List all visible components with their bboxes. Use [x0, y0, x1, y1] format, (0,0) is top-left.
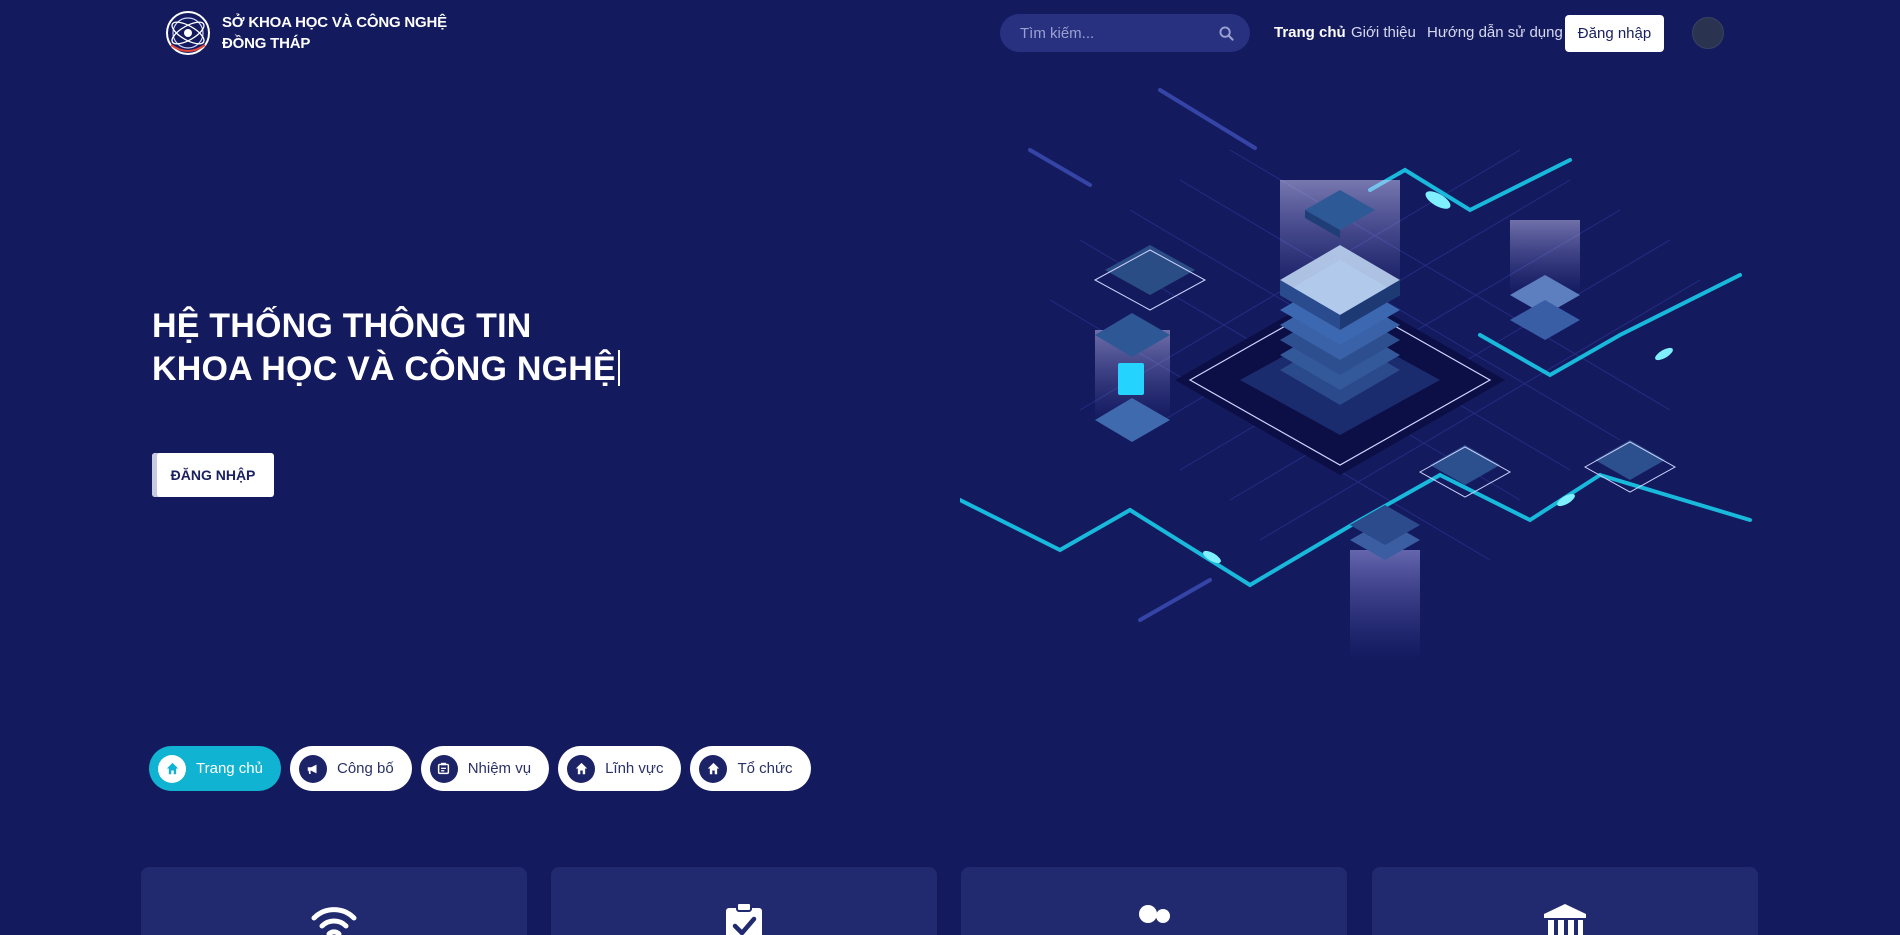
tab-organizations-label: Tổ chức — [737, 760, 793, 777]
tab-home-label: Trang chủ — [196, 760, 263, 777]
hero-login-button[interactable]: ĐĂNG NHẬP — [152, 453, 274, 497]
hero-title-line-2: KHOA HỌC VÀ CÔNG NGHỆ — [152, 350, 616, 388]
users-icon — [1139, 905, 1170, 923]
home-icon — [158, 754, 186, 783]
tab-home[interactable]: Trang chủ — [149, 746, 281, 791]
brand-line-1: SỞ KHOA HỌC VÀ CÔNG NGHỆ — [222, 14, 447, 31]
tab-tasks-label: Nhiệm vụ — [467, 760, 532, 777]
login-button[interactable]: Đăng nhập — [1565, 15, 1664, 52]
brand-name[interactable]: SỞ KHOA HỌC VÀ CÔNG NGHỆ ĐỒNG THÁP — [222, 12, 447, 54]
avatar[interactable] — [1692, 17, 1724, 49]
logo-emblem-icon[interactable] — [163, 9, 213, 57]
tab-organizations[interactable]: Tổ chức — [690, 746, 811, 791]
task-icon — [429, 754, 458, 783]
nav-about[interactable]: Giới thiệu — [1351, 24, 1416, 41]
server-network-illustration — [960, 88, 1752, 660]
tab-tasks[interactable]: Nhiệm vụ — [420, 746, 550, 791]
tab-fields-label: Lĩnh vực — [605, 760, 664, 777]
home-icon — [699, 754, 728, 783]
wifi-icon — [311, 907, 357, 935]
search-input[interactable] — [1020, 24, 1219, 42]
category-tabs: Trang chủ Công bố Nhiệm vụ Lĩnh vực Tổ c… — [149, 746, 811, 791]
tab-fields[interactable]: Lĩnh vực — [558, 746, 682, 791]
search-box — [1000, 14, 1250, 52]
brand-line-2: ĐỒNG THÁP — [222, 35, 311, 52]
feature-card[interactable] — [141, 867, 527, 935]
nav-user-guide[interactable]: Hướng dẫn sử dụng — [1427, 24, 1563, 41]
tab-publications[interactable]: Công bố — [289, 746, 412, 791]
search-icon[interactable] — [1219, 24, 1234, 42]
megaphone-icon — [298, 754, 327, 783]
text-cursor — [617, 350, 620, 386]
hero-title: HỆ THỐNG THÔNG TIN KHOA HỌC VÀ CÔNG NGHỆ — [152, 305, 620, 391]
nav-home[interactable]: Trang chủ — [1274, 24, 1346, 41]
clipboard-check-icon — [726, 902, 762, 935]
hero-title-line-1: HỆ THỐNG THÔNG TIN — [152, 307, 532, 345]
feature-card[interactable] — [961, 867, 1347, 935]
feature-card[interactable] — [1372, 867, 1758, 935]
tab-publications-label: Công bố — [336, 760, 394, 777]
feature-card[interactable] — [551, 867, 937, 935]
home-icon — [567, 754, 596, 783]
header: SỞ KHOA HỌC VÀ CÔNG NGHỆ ĐỒNG THÁP Trang… — [0, 0, 1900, 66]
institution-icon — [1544, 904, 1586, 935]
